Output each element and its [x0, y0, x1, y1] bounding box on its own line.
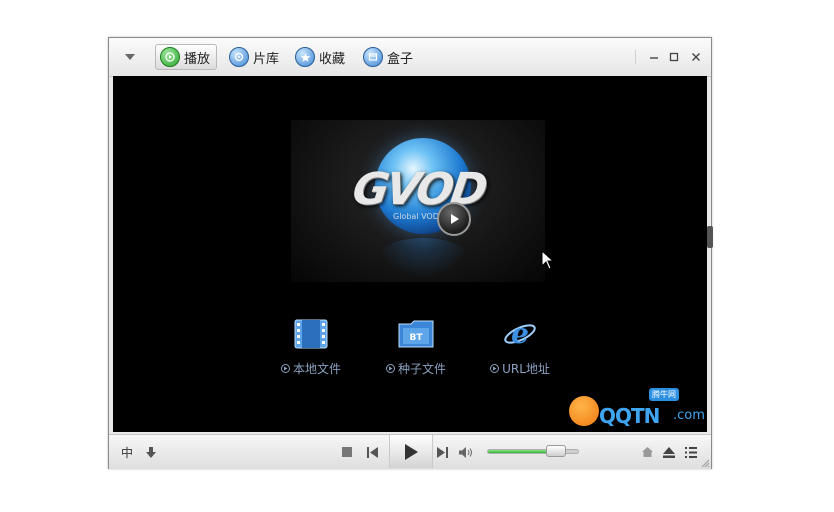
stop-icon	[342, 447, 352, 457]
play-bullet-icon	[490, 364, 500, 373]
globe-reflection	[377, 238, 469, 278]
minimize-button[interactable]	[645, 48, 663, 66]
watermark-text: QQTN	[599, 404, 660, 428]
open-torrent-file-button[interactable]: BT 种子文件	[361, 316, 471, 377]
close-icon	[692, 53, 700, 61]
bt-folder-icon: BT	[396, 316, 436, 352]
home-button[interactable]	[639, 443, 655, 461]
favorites-star-icon	[295, 47, 315, 67]
tab-label: 播放	[184, 51, 211, 67]
previous-button[interactable]	[363, 443, 381, 461]
main-menu-button[interactable]	[119, 48, 141, 66]
minimize-icon	[650, 57, 658, 59]
watermark-badge: 腾牛网	[649, 388, 679, 401]
bt-badge: BT	[410, 333, 424, 343]
playlist-icon	[685, 446, 697, 458]
ie-browser-icon: e	[500, 316, 540, 352]
tab-label: 收藏	[319, 51, 346, 67]
volume-thumb[interactable]	[546, 445, 566, 457]
control-bar: 中	[109, 434, 711, 469]
arrow-down-icon	[146, 446, 156, 458]
skip-forward-icon	[436, 446, 448, 458]
tab-label: 盒子	[387, 51, 414, 67]
tab-box[interactable]: 盒子	[359, 44, 419, 70]
watermark-suffix: .com	[673, 408, 705, 423]
tab-library[interactable]: 片库	[225, 44, 285, 70]
box-tab-icon	[363, 47, 383, 67]
tab-label: 片库	[253, 51, 280, 67]
shortcut-label: 本地文件	[292, 362, 341, 376]
playlist-button[interactable]	[683, 443, 699, 461]
maximize-icon	[669, 52, 679, 62]
eject-button[interactable]	[661, 443, 677, 461]
home-icon	[641, 447, 653, 457]
play-icon	[405, 443, 418, 460]
site-watermark: 腾牛网 QQTN .com	[567, 388, 707, 432]
play-button[interactable]	[389, 435, 433, 468]
mouse-cursor-icon	[541, 250, 555, 270]
player-window: 播放 片库 收藏 盒子 GVOD Global VOD 本地文件 BT 种子文件…	[108, 37, 713, 469]
title-separator	[635, 50, 636, 64]
play-bullet-icon	[280, 364, 290, 373]
play-bullet-icon	[385, 364, 395, 373]
open-local-file-button[interactable]: 本地文件	[256, 316, 366, 377]
shortcut-label: 种子文件	[397, 362, 446, 376]
skip-back-icon	[366, 446, 378, 458]
splash-logo: GVOD Global VOD	[291, 120, 545, 282]
shortcut-label: URL地址	[502, 362, 550, 376]
watermark-logo-icon	[569, 396, 599, 426]
maximize-button[interactable]	[665, 48, 683, 66]
brand-subtitle: Global VOD	[393, 212, 439, 221]
title-bar: 播放 片库 收藏 盒子	[109, 38, 711, 77]
eject-icon	[663, 446, 675, 458]
close-button[interactable]	[687, 48, 705, 66]
tab-favorites[interactable]: 收藏	[291, 44, 351, 70]
open-url-button[interactable]: e URL地址	[465, 316, 575, 377]
speaker-icon	[459, 446, 472, 458]
resize-grip-icon[interactable]	[700, 458, 710, 468]
download-button[interactable]	[143, 443, 159, 461]
chevron-down-icon	[125, 54, 135, 60]
play-tab-icon	[160, 47, 180, 67]
library-tab-icon	[229, 47, 249, 67]
side-panel-toggle[interactable]	[707, 226, 713, 248]
film-strip-icon	[291, 316, 331, 352]
mute-button[interactable]	[457, 443, 475, 461]
next-button[interactable]	[433, 443, 451, 461]
splash-play-icon[interactable]	[437, 202, 471, 236]
language-button[interactable]: 中	[119, 443, 135, 461]
video-area[interactable]: GVOD Global VOD 本地文件 BT 种子文件 e URL地址 腾牛网…	[113, 76, 707, 432]
tab-play[interactable]: 播放	[155, 44, 218, 70]
svg-text:e: e	[511, 317, 529, 350]
stop-button[interactable]	[339, 443, 355, 461]
